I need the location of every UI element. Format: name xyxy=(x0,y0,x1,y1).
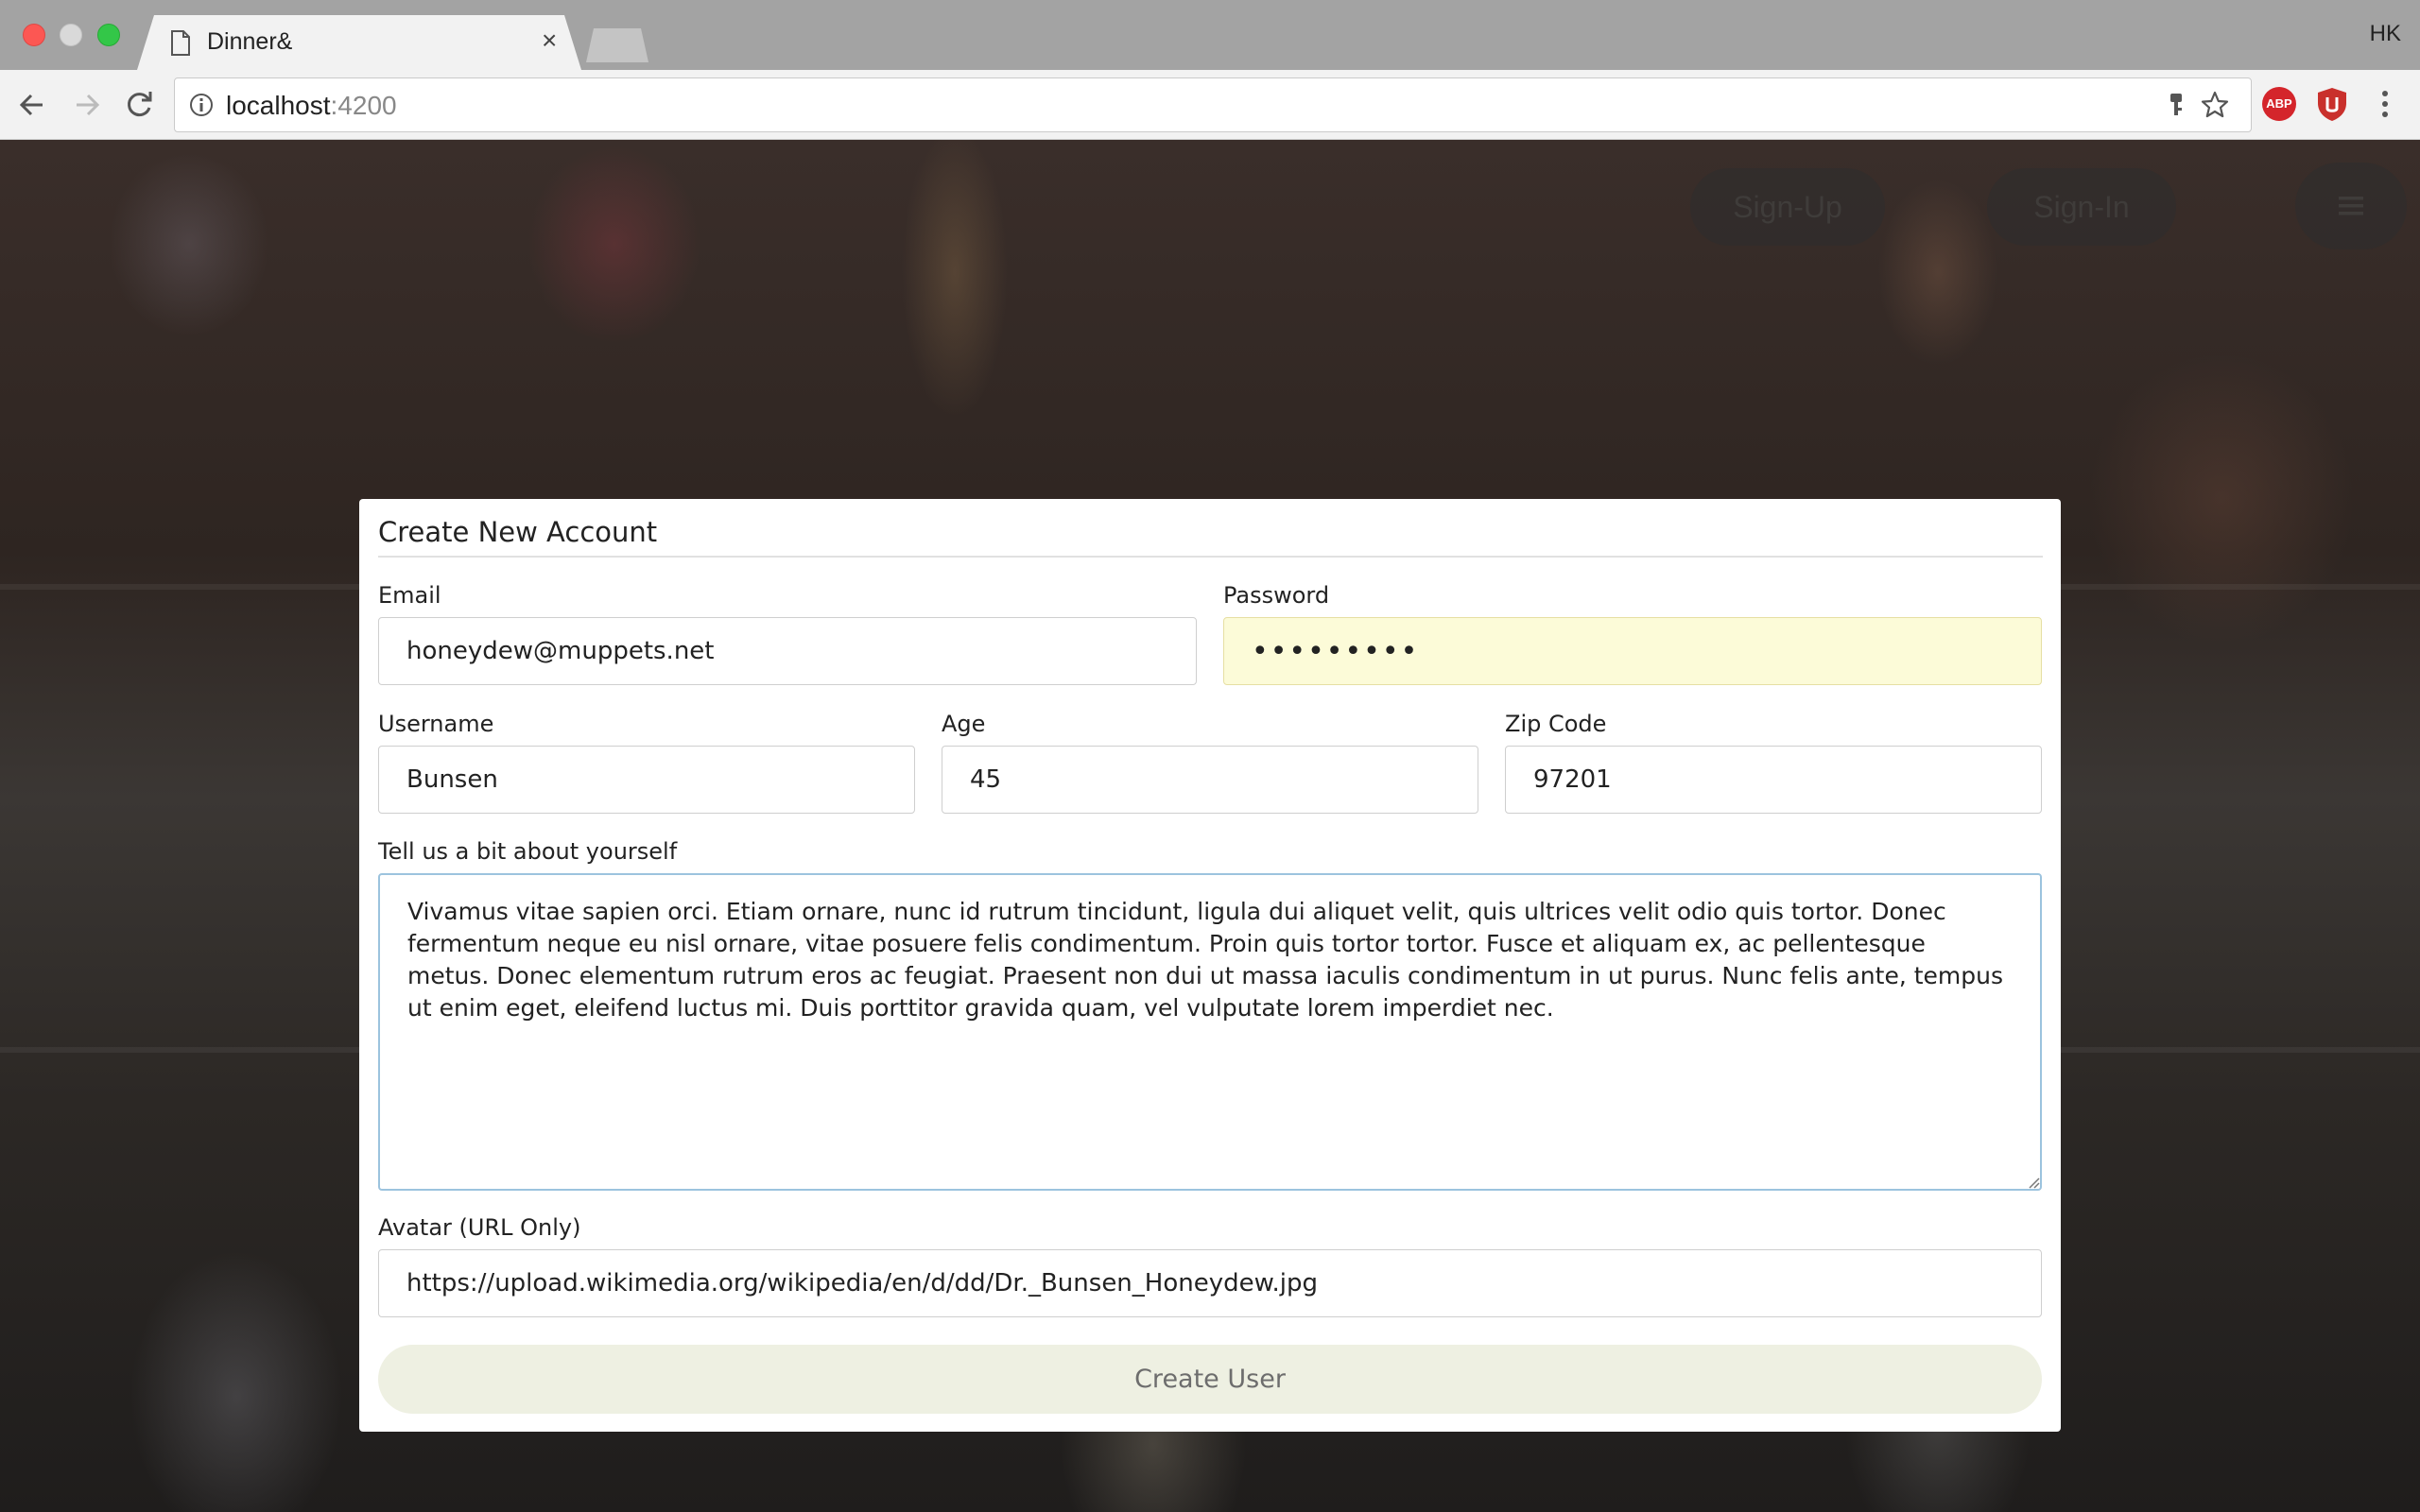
page-background: Sign-Up Sign-In Create New Account Email… xyxy=(0,140,2420,1512)
info-icon[interactable] xyxy=(188,92,215,118)
title-divider xyxy=(378,556,2043,558)
new-tab-button[interactable] xyxy=(586,28,648,62)
address-bar[interactable]: localhost:4200 xyxy=(174,77,2252,132)
age-field[interactable] xyxy=(942,746,1478,814)
forward-arrow-icon[interactable] xyxy=(69,87,105,123)
age-label: Age xyxy=(942,711,986,737)
password-label: Password xyxy=(1223,582,1330,609)
zip-code-label: Zip Code xyxy=(1505,711,1607,737)
key-icon[interactable] xyxy=(2162,91,2190,119)
bookmark-star-icon[interactable] xyxy=(2200,90,2230,120)
url-host: localhost xyxy=(226,91,331,120)
create-account-modal: Create New Account Email Password Userna… xyxy=(359,499,2061,1432)
create-user-button[interactable]: Create User xyxy=(378,1345,2042,1414)
url-port: :4200 xyxy=(330,91,397,120)
back-arrow-icon[interactable] xyxy=(14,87,50,123)
browser-tab-active[interactable]: Dinner& × xyxy=(137,15,581,70)
signup-button[interactable]: Sign-Up xyxy=(1690,168,1885,246)
hamburger-icon xyxy=(2339,197,2363,215)
username-field[interactable] xyxy=(378,746,915,814)
tab-close-icon[interactable]: × xyxy=(542,27,557,54)
browser-tab-bar: Dinner& × HK xyxy=(0,0,2420,70)
browser-toolbar: localhost:4200 ABP xyxy=(0,70,2420,140)
tab-title: Dinner& xyxy=(207,28,293,55)
signin-button[interactable]: Sign-In xyxy=(1987,168,2176,246)
username-label: Username xyxy=(378,711,494,737)
about-label: Tell us a bit about yourself xyxy=(378,838,678,865)
avatar-url-field[interactable] xyxy=(378,1249,2042,1317)
window-minimize-button[interactable] xyxy=(60,24,82,46)
resize-grip-icon[interactable] xyxy=(2027,1176,2040,1189)
avatar-label: Avatar (URL Only) xyxy=(378,1214,581,1241)
ublock-extension-icon[interactable] xyxy=(2315,86,2349,122)
profile-initials[interactable]: HK xyxy=(2370,21,2401,47)
hamburger-menu-button[interactable] xyxy=(2295,163,2407,249)
zip-code-field[interactable] xyxy=(1505,746,2042,814)
url-text[interactable]: localhost:4200 xyxy=(226,91,397,121)
email-field[interactable] xyxy=(378,617,1197,685)
password-field[interactable] xyxy=(1223,617,2042,685)
about-textarea[interactable]: Vivamus vitae sapien orci. Etiam ornare,… xyxy=(378,873,2042,1191)
reload-icon[interactable] xyxy=(121,87,157,123)
browser-menu-icon[interactable] xyxy=(2373,87,2397,121)
document-icon xyxy=(171,30,190,56)
window-close-button[interactable] xyxy=(23,24,45,46)
adblock-extension-icon[interactable]: ABP xyxy=(2262,87,2296,121)
modal-title: Create New Account xyxy=(378,516,658,548)
window-zoom-button[interactable] xyxy=(97,24,120,46)
email-label: Email xyxy=(378,582,441,609)
